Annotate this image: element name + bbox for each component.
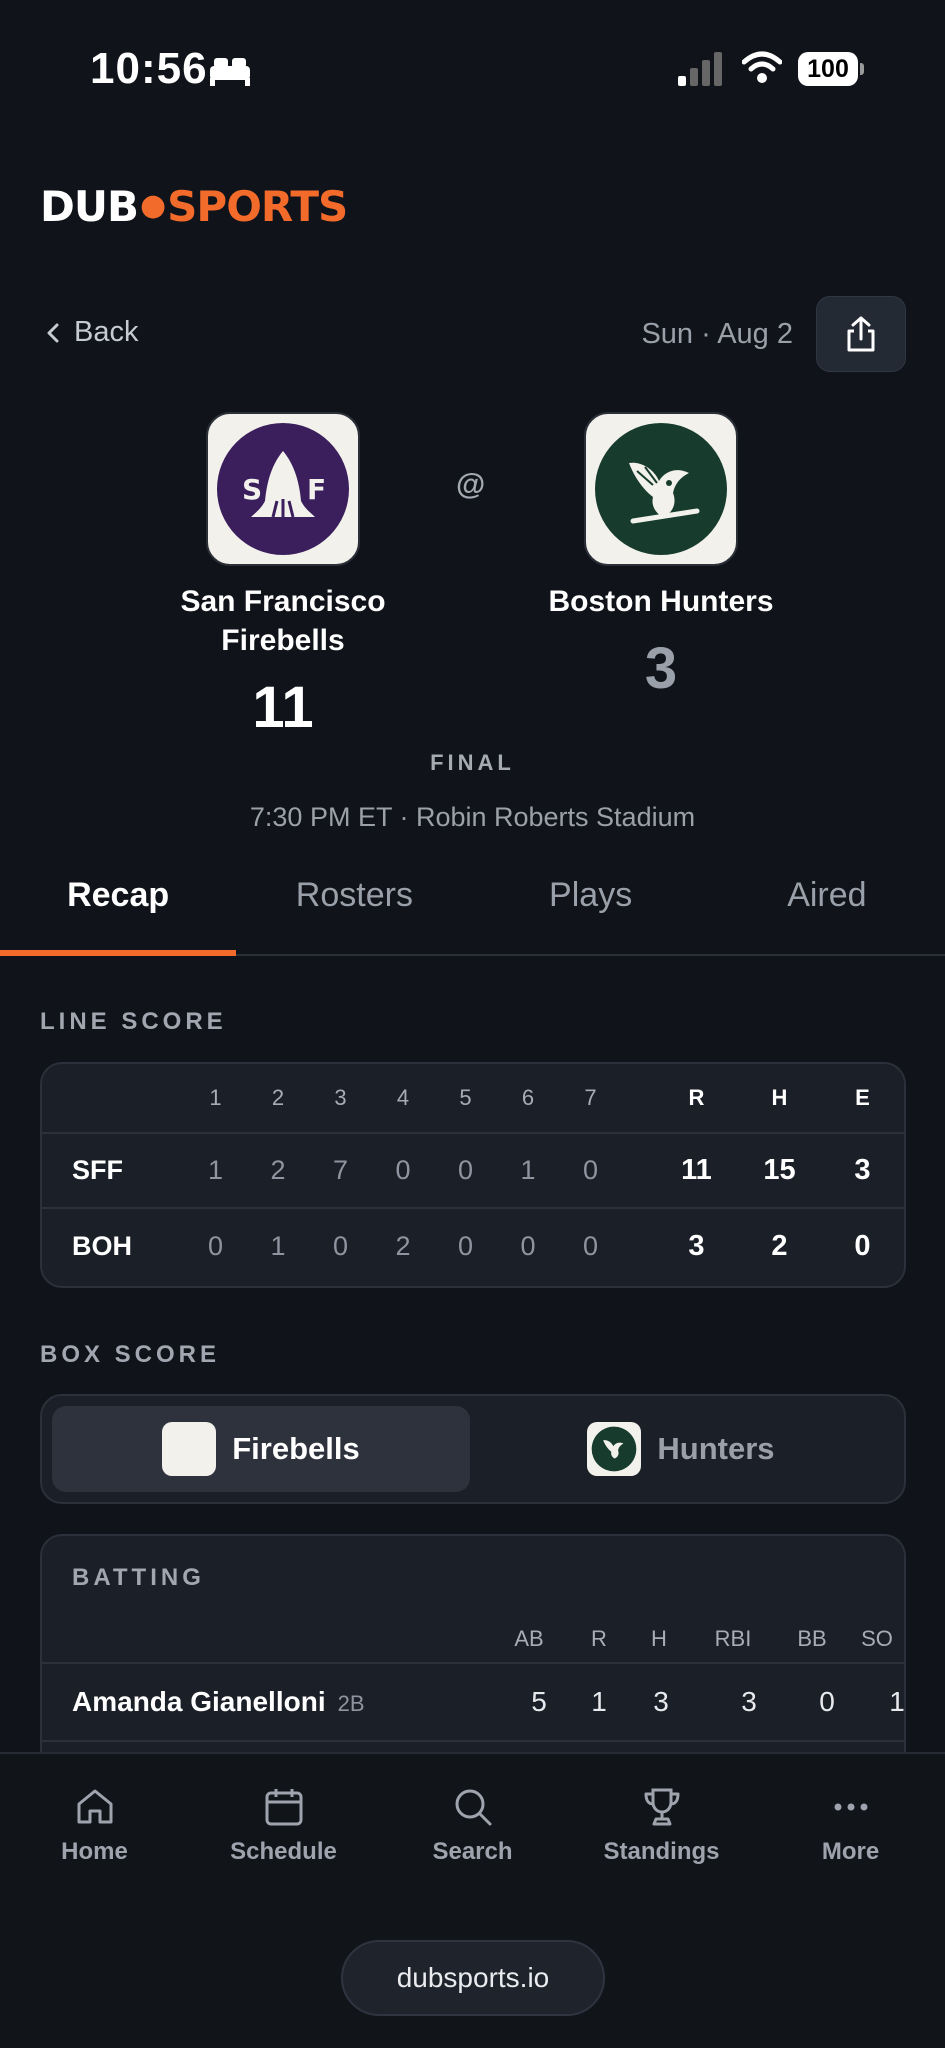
line-score-table: 1 2 3 4 5 6 7 R H E SFF 1 2 7 0 0 1 0 11… [40, 1062, 906, 1288]
nav-standings[interactable]: Standings [567, 1754, 756, 1890]
away-team[interactable]: S F San Francisco Firebells 11 [133, 412, 433, 741]
batting-title: BATTING [72, 1564, 205, 1591]
tab-rosters[interactable]: Rosters [236, 860, 472, 954]
bottom-nav: Home Schedule Search Standings More dubs… [0, 1752, 945, 2048]
line-score-label: LINE SCORE [40, 1008, 227, 1035]
nav-more[interactable]: More [756, 1754, 945, 1890]
game-status: FINAL [430, 750, 515, 775]
svg-text:S: S [242, 473, 262, 506]
browser-url-pill[interactable]: dubsports.io [341, 1940, 605, 2016]
tab-aired[interactable]: Aired [709, 860, 945, 954]
table-row[interactable]: Amanda Gianelloni 2B 5 1 3 3 0 1 [42, 1666, 904, 1742]
game-tabs: Recap Rosters Plays Aired [0, 860, 945, 956]
search-icon [455, 1789, 491, 1826]
batting-header: AB R H RBI BB SO [42, 1614, 904, 1664]
player-position: 2B [337, 1691, 365, 1716]
cellular-signal-icon [678, 52, 722, 86]
player-name: Amanda Gianelloni 2B [72, 1686, 365, 1717]
nav-home[interactable]: Home [0, 1754, 189, 1890]
team-toggle: Firebells Hunters [40, 1394, 906, 1504]
firebells-logo-icon [162, 1422, 217, 1476]
firebells-logo-icon: S F [217, 423, 349, 555]
status-time: 10:56 [90, 44, 208, 93]
status-bar: 10:56 100 [0, 0, 945, 140]
home-team-score: 3 [644, 636, 678, 701]
home-team[interactable]: Boston Hunters 3 [511, 412, 811, 702]
toggle-hunters[interactable]: Hunters [472, 1406, 890, 1492]
batting-table: BATTING AB R H RBI BB SO Amanda Gianello… [40, 1534, 906, 1774]
battery-indicator: 100 [798, 52, 864, 86]
wifi-icon [742, 51, 782, 83]
toggle-firebells[interactable]: Firebells [52, 1406, 470, 1492]
table-row: BOH 0 1 0 2 0 0 0 3 2 0 [72, 1230, 871, 1262]
box-score-label: BOX SCORE [40, 1341, 221, 1368]
chevron-left-icon [47, 323, 59, 342]
home-team-logo [584, 412, 738, 566]
battery-level: 100 [798, 52, 858, 86]
game-date: Sun · Aug 2 [641, 318, 793, 350]
game-venue: 7:30 PM ET · Robin Roberts Stadium [249, 802, 696, 832]
brand-logo[interactable]: DUB●SPORTS [40, 182, 348, 231]
table-row: SFF 1 2 7 0 0 1 0 11 15 3 [42, 1134, 904, 1209]
nav-schedule[interactable]: Schedule [189, 1754, 378, 1890]
share-button[interactable] [816, 296, 906, 372]
share-icon [847, 316, 875, 352]
trophy-icon [644, 1788, 679, 1826]
back-label: Back [74, 316, 139, 348]
more-icon [834, 1803, 867, 1811]
home-icon [77, 1789, 112, 1824]
nav-search[interactable]: Search [378, 1754, 567, 1890]
away-team-logo: S F [206, 412, 360, 566]
svg-text:F: F [307, 473, 326, 506]
back-button[interactable]: Back [46, 316, 138, 349]
calendar-icon [265, 1789, 302, 1826]
home-team-name: Boston Hunters [548, 585, 774, 618]
away-team-score: 11 [252, 675, 314, 740]
at-separator: @ [456, 468, 486, 501]
away-team-name: San Francisco Firebells [180, 585, 386, 657]
hunters-logo-icon [587, 1422, 642, 1476]
hunters-logo-icon [595, 423, 727, 555]
sleep-focus-icon [210, 58, 250, 86]
tab-plays[interactable]: Plays [473, 860, 709, 954]
tab-recap[interactable]: Recap [0, 860, 237, 956]
line-score-header: 1 2 3 4 5 6 7 R H E [42, 1064, 904, 1134]
